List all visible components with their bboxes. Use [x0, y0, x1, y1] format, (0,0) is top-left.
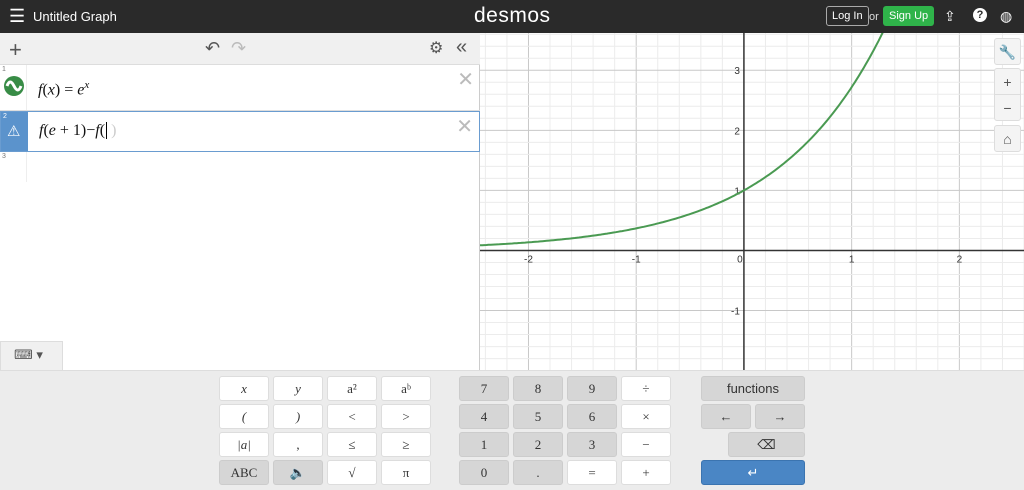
- enter-button[interactable]: ↵: [701, 460, 805, 485]
- expression-list: 1 f(x) = ex ✕ 2 ⚠ f(e + 1)−f( ) ✕ 3: [0, 65, 480, 370]
- key-num-5[interactable]: 5: [513, 404, 563, 429]
- delete-expression-icon[interactable]: ✕: [457, 67, 474, 92]
- expression-math-input[interactable]: f(e + 1)−f( ): [39, 122, 117, 140]
- math-keypad: x y a² aᵇ () < > |a|, ≤ ≥ ABC 🔈 √ π 7 8 9 ÷ 4 5 6 × 1 2 3− 0. = + fu…: [0, 370, 1024, 490]
- key-15[interactable]: π: [381, 460, 431, 485]
- x-tick-label: -2: [524, 254, 533, 265]
- expression-list-toolbar: + ↶ ↷ ⚙ «: [0, 33, 480, 65]
- y-tick-label: 2: [734, 126, 740, 137]
- key-0[interactable]: x: [219, 376, 269, 401]
- key-num-13[interactable]: .: [513, 460, 563, 485]
- sign-up-button[interactable]: Sign Up: [883, 6, 935, 26]
- zoom-in-icon[interactable]: +: [994, 68, 1021, 95]
- graph-settings-wrench-icon[interactable]: 🔧: [994, 38, 1021, 65]
- settings-gear-icon[interactable]: ⚙: [429, 38, 443, 58]
- x-tick-label: -1: [632, 254, 641, 265]
- key-14[interactable]: √: [327, 460, 377, 485]
- key-1[interactable]: y: [273, 376, 323, 401]
- home-view-icon[interactable]: ⌂: [994, 125, 1021, 152]
- x-tick-label: 1: [849, 254, 855, 265]
- key-num-12[interactable]: 0: [459, 460, 509, 485]
- key-4[interactable]: (: [219, 404, 269, 429]
- cursor-left-button[interactable]: ←: [701, 404, 751, 429]
- key-num-14[interactable]: =: [567, 460, 617, 485]
- functions-button[interactable]: functions: [701, 376, 805, 401]
- key-10[interactable]: ≤: [327, 432, 377, 457]
- graph-canvas[interactable]: -2 -1 0 1 2 3 2 1 -1: [480, 33, 1024, 370]
- add-item-icon[interactable]: +: [9, 37, 22, 63]
- key-num-4[interactable]: 4: [459, 404, 509, 429]
- key-num-1[interactable]: 8: [513, 376, 563, 401]
- expression-row-empty[interactable]: 3: [0, 152, 480, 182]
- key-num-10[interactable]: 3: [567, 432, 617, 457]
- key-7[interactable]: >: [381, 404, 431, 429]
- redo-icon[interactable]: ↷: [231, 38, 246, 59]
- key-8[interactable]: |a|: [219, 432, 269, 457]
- key-12[interactable]: ABC: [219, 460, 269, 485]
- x-tick-label: 2: [957, 254, 963, 265]
- key-5[interactable]: ): [273, 404, 323, 429]
- key-num-2[interactable]: 9: [567, 376, 617, 401]
- key-num-0[interactable]: 7: [459, 376, 509, 401]
- key-11[interactable]: ≥: [381, 432, 431, 457]
- graph-title[interactable]: Untitled Graph: [33, 9, 117, 24]
- hamburger-menu-icon[interactable]: ☰: [9, 7, 25, 25]
- undo-icon[interactable]: ↶: [205, 38, 220, 59]
- curve-exp[interactable]: [480, 33, 894, 247]
- globe-icon[interactable]: ◍: [1000, 8, 1012, 25]
- key-9[interactable]: ,: [273, 432, 323, 457]
- y-tick-label: 3: [734, 66, 740, 77]
- desmos-logo: desmos: [474, 4, 551, 27]
- key-2[interactable]: a²: [327, 376, 377, 401]
- key-3[interactable]: aᵇ: [381, 376, 431, 401]
- expression-row[interactable]: 1 f(x) = ex ✕: [0, 65, 480, 111]
- key-13[interactable]: 🔈: [273, 460, 323, 485]
- warning-icon[interactable]: ⚠: [7, 122, 20, 140]
- key-num-15[interactable]: +: [621, 460, 671, 485]
- share-icon[interactable]: ⇪: [944, 8, 956, 25]
- zoom-out-icon[interactable]: −: [994, 94, 1021, 121]
- collapse-list-icon[interactable]: «: [456, 36, 467, 59]
- backspace-button[interactable]: ⌫: [728, 432, 805, 457]
- key-6[interactable]: <: [327, 404, 377, 429]
- keyboard-toggle-button[interactable]: ⌨ ▾: [0, 341, 63, 371]
- expression-row-active[interactable]: 2 ⚠ f(e + 1)−f( ) ✕: [0, 111, 480, 152]
- key-num-3[interactable]: ÷: [621, 376, 671, 401]
- key-num-8[interactable]: 1: [459, 432, 509, 457]
- key-num-11[interactable]: −: [621, 432, 671, 457]
- log-in-button[interactable]: Log In: [826, 6, 869, 26]
- delete-expression-icon[interactable]: ✕: [456, 114, 473, 139]
- expression-math[interactable]: f(x) = ex: [38, 79, 89, 99]
- sine-wave-icon[interactable]: [3, 75, 25, 97]
- help-icon[interactable]: ?: [973, 8, 987, 22]
- or-label: or: [869, 11, 879, 23]
- cursor-right-button[interactable]: →: [755, 404, 805, 429]
- top-bar: ☰ Untitled Graph desmos Log In or Sign U…: [0, 0, 1024, 33]
- key-num-6[interactable]: 6: [567, 404, 617, 429]
- key-num-7[interactable]: ×: [621, 404, 671, 429]
- key-num-9[interactable]: 2: [513, 432, 563, 457]
- x-tick-label: 0: [737, 254, 743, 265]
- y-tick-label: -1: [731, 307, 740, 318]
